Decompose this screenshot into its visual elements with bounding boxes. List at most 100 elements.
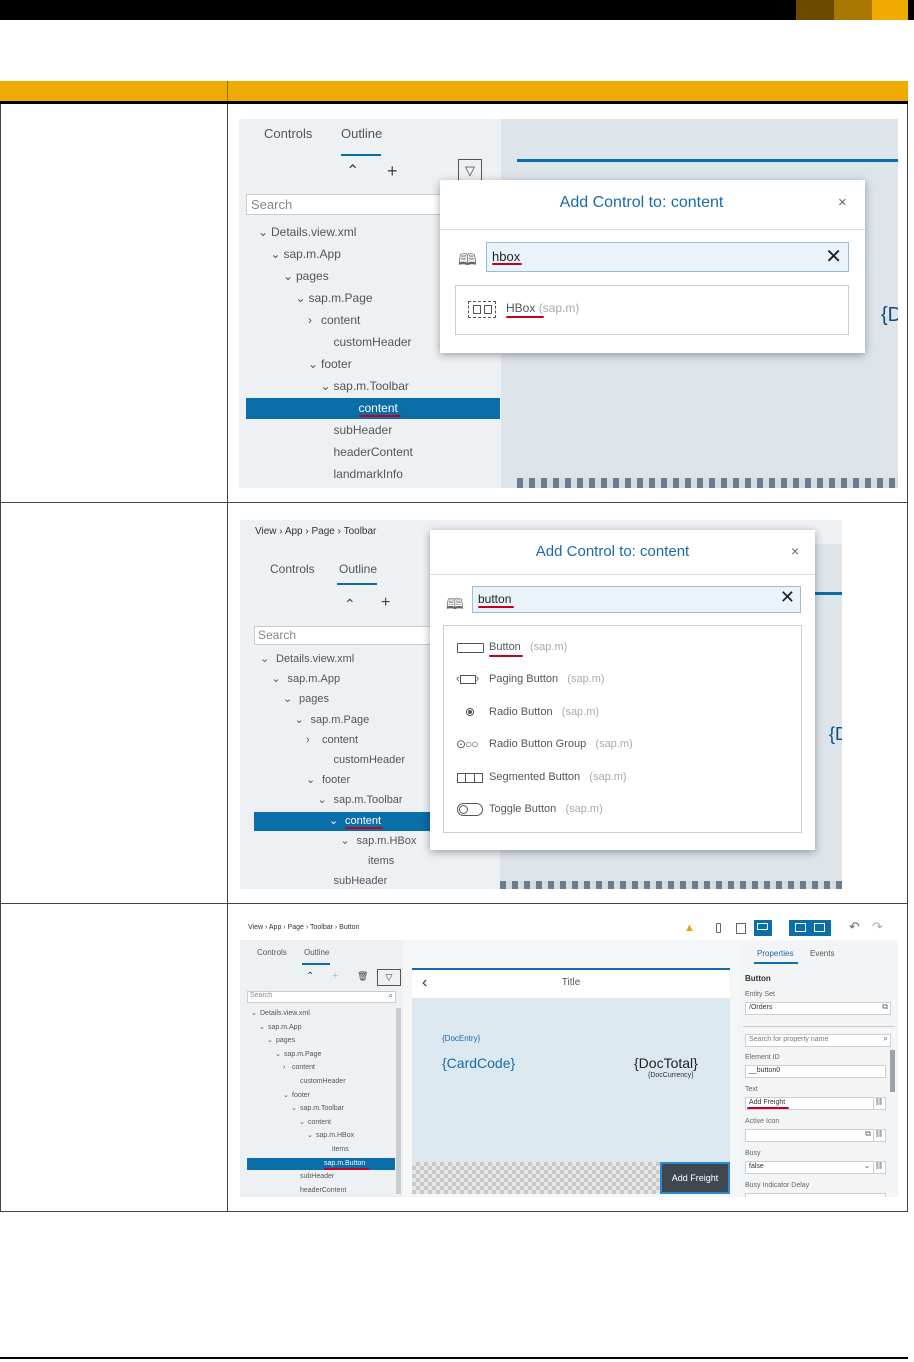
scrollbar[interactable] [890,1050,895,1092]
tree-node[interactable]: ⌄ sap.m.HBox [254,832,444,851]
tree-node[interactable]: subHeader [247,1171,395,1183]
tree-node[interactable]: ⌄ footer [254,771,444,790]
tree-node[interactable]: ⌄ footer [246,354,500,375]
tree-node[interactable]: ⌄ sap.m.App [247,1022,395,1034]
result-button[interactable]: Button (sap.m) [489,641,567,653]
tab-events[interactable]: Events [810,949,834,958]
chevron-down-icon[interactable]: ⌄ [272,670,281,689]
tab-properties[interactable]: Properties [757,949,793,958]
tree-node[interactable]: ⌄ footer [247,1090,395,1102]
close-icon[interactable]: × [791,543,799,559]
scrollbar[interactable] [396,1008,401,1194]
tree-node[interactable]: headerContent [246,442,500,463]
chevron-down-icon[interactable]: ⌄ [251,1008,257,1020]
tab-outline[interactable]: Outline [304,948,329,957]
chevron-down-icon[interactable]: ⌄ [864,1162,870,1170]
dialog-search-input[interactable]: button ✕ [472,586,801,613]
search-input[interactable]: Search [254,626,434,645]
tab-outline[interactable]: Outline [339,562,377,576]
active-icon-field[interactable]: ⧉ ⛓ [745,1129,886,1142]
tree-node[interactable]: headerContent [247,1185,395,1197]
search-input[interactable]: Search [246,194,446,215]
result-paging-button[interactable]: Paging Button (sap.m) [489,673,605,685]
tree-node[interactable]: ⌄ Details.view.xml [254,650,444,669]
tree-node[interactable]: landmarkInfo [246,464,500,485]
busy-select[interactable]: false ⌄ ⛓ [745,1161,886,1174]
chevron-right-icon[interactable]: › [306,731,310,750]
filter-icon[interactable]: ▽ [377,969,401,986]
tree-node[interactable]: ⌄ sap.m.Page [247,1049,395,1061]
collapse-icon[interactable]: ⌃ [306,971,314,982]
tree-node[interactable]: ⌄ pages [247,1035,395,1047]
tree-node[interactable]: ⌄ sap.m.Toolbar [246,376,500,397]
phone-icon[interactable] [716,923,721,933]
tab-controls[interactable]: Controls [270,562,315,576]
chevron-down-icon[interactable]: ⌄ [321,376,331,397]
tree-node-selected[interactable]: content [246,398,500,419]
result-toggle-button[interactable]: Toggle Button (sap.m) [489,803,603,815]
tree-node[interactable]: ⌄ sap.m.HBox [247,1130,395,1142]
tab-controls[interactable]: Controls [264,126,312,141]
chevron-down-icon[interactable]: ⌄ [283,1090,289,1102]
tree-node[interactable]: ⌄ Details.view.xml [247,1008,395,1020]
chevron-down-icon[interactable]: ⌄ [260,650,269,669]
dialog-search-input[interactable]: hbox ✕ [486,242,849,272]
result-segmented-button[interactable]: Segmented Button (sap.m) [489,771,627,783]
tab-outline[interactable]: Outline [341,126,382,141]
value-help-icon[interactable]: ⧉ [865,1129,871,1139]
chevron-down-icon[interactable]: ⌄ [307,1130,313,1142]
add-icon[interactable]: + [381,594,390,612]
tree-node[interactable]: subHeader [246,420,500,441]
chevron-down-icon[interactable]: ⌄ [271,244,281,265]
chevron-down-icon[interactable]: ⌄ [267,1035,273,1047]
tree-node[interactable]: customHeader [247,1076,395,1088]
split-view-toggle[interactable] [789,920,831,936]
tree-node[interactable]: ⌄ sap.m.App [254,670,444,689]
add-freight-button[interactable]: Add Freight [660,1162,730,1194]
chevron-down-icon[interactable]: ⌄ [329,812,338,831]
warning-icon[interactable]: ▲ [684,922,695,934]
collapse-icon[interactable]: ⌃ [344,596,356,613]
chevron-down-icon[interactable]: ⌄ [275,1049,281,1061]
chevron-down-icon[interactable]: ⌄ [318,791,327,810]
clear-icon[interactable]: ✕ [780,587,795,608]
result-radio-button[interactable]: Radio Button (sap.m) [489,706,599,718]
chevron-down-icon[interactable]: ⌄ [291,1103,297,1115]
binding-icon[interactable]: ⛓ [873,1162,884,1173]
busy-delay-field[interactable] [745,1193,886,1197]
binding-icon[interactable]: ⛓ [873,1130,884,1141]
chevron-right-icon[interactable]: › [308,310,312,331]
search-input[interactable]: Search ⌕ [247,991,396,1003]
binding-icon[interactable]: ⛓ [873,1098,884,1109]
tree-node[interactable]: subHeader [254,872,444,889]
add-icon[interactable]: + [387,161,398,182]
chevron-down-icon[interactable]: ⌄ [283,266,293,287]
add-icon[interactable]: + [332,970,338,982]
chevron-down-icon[interactable]: ⌄ [296,288,306,309]
tree-node[interactable]: customHeader [254,751,444,770]
tab-controls[interactable]: Controls [257,948,287,957]
redo-icon[interactable]: ↷ [872,919,883,935]
tablet-icon[interactable] [736,923,746,934]
tree-node-selected[interactable]: ⌄ content [254,811,444,831]
chevron-down-icon[interactable]: ⌄ [306,771,315,790]
tree-node[interactable]: ⌄ pages [254,690,444,709]
desktop-icon[interactable] [754,920,772,936]
tree-node[interactable]: ⌄ sap.m.Toolbar [254,791,444,810]
entity-set-field[interactable]: /Orders ⧉ [745,1002,891,1015]
chevron-down-icon[interactable]: ⌄ [283,690,292,709]
chevron-down-icon[interactable]: ⌄ [259,1022,265,1034]
tree-node[interactable]: items [254,852,444,871]
clear-icon[interactable]: ✕ [825,244,842,269]
tree-node[interactable]: ⌄ content [247,1117,395,1129]
tree-node[interactable]: ⌄ sap.m.Toolbar [247,1103,395,1115]
tree-node[interactable]: › content [254,731,444,750]
property-search-input[interactable]: Search for property name ⌕ [745,1034,891,1047]
chevron-right-icon[interactable]: › [283,1062,285,1074]
result-radio-button-group[interactable]: Radio Button Group (sap.m) [489,738,633,750]
tree-node[interactable]: items [247,1144,395,1156]
chevron-down-icon[interactable]: ⌄ [295,711,304,730]
chevron-down-icon[interactable]: ⌄ [341,832,350,851]
chevron-down-icon[interactable]: ⌄ [258,222,268,243]
undo-icon[interactable]: ↶ [849,919,860,935]
